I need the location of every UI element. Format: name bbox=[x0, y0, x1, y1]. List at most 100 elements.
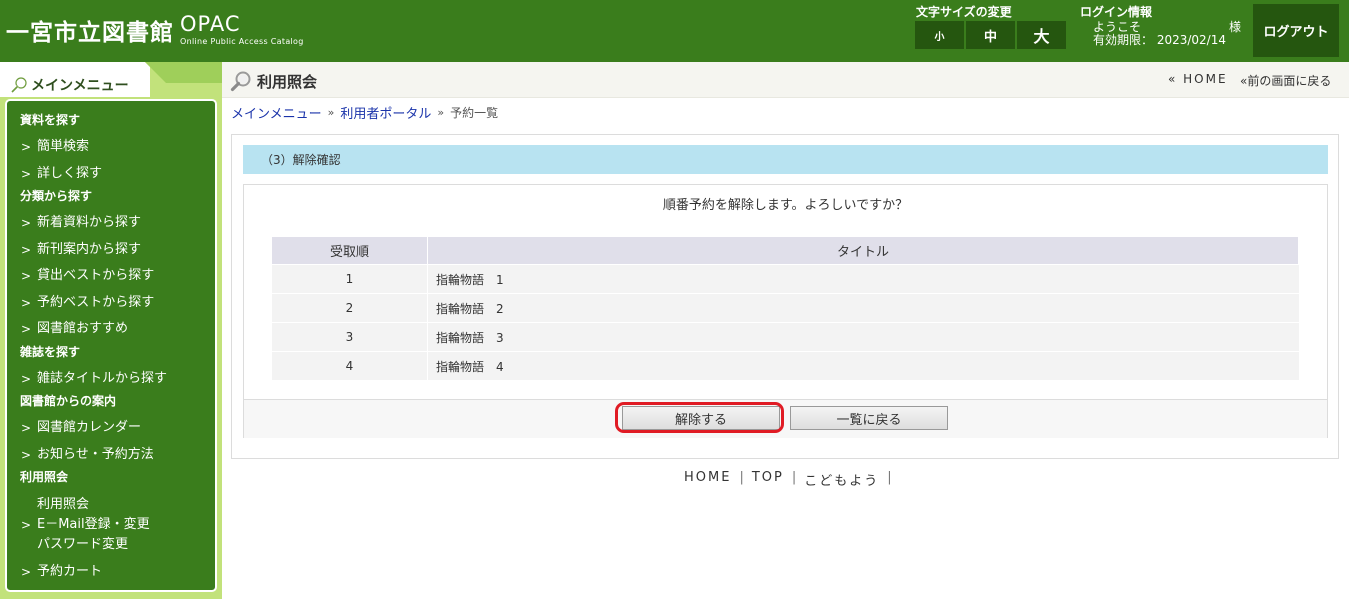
category-library-info: 図書館からの案内 bbox=[20, 394, 117, 408]
opac-logo: OPAC bbox=[180, 12, 241, 36]
cell-title: 指輪物語 3 bbox=[427, 322, 1299, 352]
cell-order: 1 bbox=[272, 264, 428, 294]
back-to-list-button[interactable]: 一覧に戻る bbox=[790, 406, 948, 430]
sidebar-item-label: 図書館おすすめ bbox=[37, 321, 129, 336]
cancel-reservation-button[interactable]: 解除する bbox=[622, 406, 780, 430]
category-by-classification: 分類から探す bbox=[20, 189, 93, 203]
font-size-medium-button[interactable]: 中 bbox=[966, 21, 1015, 49]
table-header-row: 受取順 タイトル bbox=[272, 237, 1299, 265]
breadcrumb-portal[interactable]: 利用者ポータル bbox=[340, 103, 431, 122]
sidebar-item-usage-inquiry[interactable]: 利用照会 bbox=[21, 495, 89, 515]
sidebar-item-label: 利用照会 bbox=[37, 497, 90, 512]
sidebar-item-label: お知らせ・予約方法 bbox=[37, 447, 154, 462]
font-size-small-button[interactable]: 小 bbox=[915, 21, 964, 49]
chevron-right-icon: > bbox=[20, 518, 32, 532]
chevron-right-icon: > bbox=[20, 421, 32, 435]
step-header: （3）解除確認 bbox=[243, 145, 1328, 174]
content-titlebar: 利用照会 « HOME «前の画面に戻る bbox=[222, 62, 1349, 98]
button-strip: 解除する 一覧に戻る bbox=[244, 399, 1327, 438]
table-row: 2 指輪物語 2 bbox=[272, 293, 1299, 323]
footer-links: HOME | TOP | こどもよう | bbox=[684, 470, 892, 489]
confirm-message: 順番予約を解除します。よろしいですか？ bbox=[662, 198, 909, 213]
header: 一宮市立図書館 OPAC Online Public Access Catalo… bbox=[0, 0, 1349, 62]
sidebar-item-magazine-titles[interactable]: > 雑誌タイトルから探す bbox=[21, 369, 167, 389]
sidebar-item-simple-search[interactable]: > 簡単検索 bbox=[21, 137, 89, 157]
chevron-right-icon: > bbox=[20, 243, 32, 257]
footer-separator: | bbox=[739, 470, 744, 485]
footer-separator: | bbox=[887, 470, 892, 485]
footer-kids-link[interactable]: こどもよう bbox=[804, 470, 879, 489]
table-row: 3 指輪物語 3 bbox=[272, 322, 1299, 352]
footer-separator: | bbox=[791, 470, 797, 485]
sidebar-item-detailed-search[interactable]: > 詳しく探す bbox=[21, 164, 102, 184]
chevron-right-icon: > bbox=[20, 216, 32, 230]
cell-order: 3 bbox=[272, 322, 428, 352]
cell-title: 指輪物語 2 bbox=[427, 293, 1299, 323]
sidebar-tab-accent bbox=[145, 62, 222, 83]
sidebar-title-label: メインメニュー bbox=[31, 78, 129, 94]
font-size-switcher: 小 中 大 bbox=[915, 21, 1066, 49]
chevron-right-icon: > bbox=[20, 372, 32, 386]
login-honorific: 様 bbox=[1229, 20, 1242, 34]
chevron-right-icon: > bbox=[20, 269, 32, 283]
sidebar-item-new-arrivals[interactable]: > 新着資料から探す bbox=[21, 213, 141, 233]
sidebar-item-label: 貸出ベストから探す bbox=[37, 268, 155, 283]
reservation-table: 受取順 タイトル 1 指輪物語 1 2 指輪物語 2 3 指輪物語 3 4 指輪… bbox=[272, 237, 1299, 380]
footer-home-link[interactable]: HOME bbox=[684, 470, 731, 489]
column-header-order: 受取順 bbox=[272, 237, 428, 265]
page-title: 利用照会 bbox=[230, 70, 317, 92]
table-row: 4 指輪物語 4 bbox=[272, 351, 1299, 380]
cell-title: 指輪物語 1 bbox=[427, 264, 1299, 294]
category-magazines: 雑誌を探す bbox=[20, 345, 81, 359]
font-size-large-button[interactable]: 大 bbox=[1017, 21, 1066, 49]
sidebar-item-label: 新着資料から探す bbox=[37, 215, 142, 230]
breadcrumb-separator: » bbox=[327, 106, 335, 119]
sidebar-item-label: 予約ベストから探す bbox=[37, 295, 155, 310]
back-link[interactable]: «前の画面に戻る bbox=[1240, 72, 1331, 89]
breadcrumb: メインメニュー » 利用者ポータル » 予約一覧 bbox=[231, 103, 498, 122]
sidebar-item-label: 図書館カレンダー bbox=[37, 420, 142, 435]
sidebar-item-label: 新刊案内から探す bbox=[37, 242, 142, 257]
sidebar: メインメニュー 資料を探す > 簡単検索 > 詳しく探す 分類から探す > 新着… bbox=[0, 62, 222, 599]
column-header-title: タイトル bbox=[427, 237, 1299, 265]
magnifier-icon bbox=[10, 76, 28, 94]
sidebar-item-reservation-best[interactable]: > 予約ベストから探す bbox=[21, 293, 154, 313]
sidebar-item-label: パスワード変更 bbox=[37, 537, 129, 552]
confirm-inner-box: 順番予約を解除します。よろしいですか？ 受取順 タイトル 1 指輪物語 1 2 … bbox=[243, 184, 1328, 438]
chevron-right-icon: > bbox=[20, 322, 32, 336]
category-search-materials: 資料を探す bbox=[20, 113, 81, 127]
sidebar-item-library-calendar[interactable]: > 図書館カレンダー bbox=[21, 418, 141, 438]
sidebar-item-loan-best[interactable]: > 貸出ベストから探す bbox=[21, 266, 154, 286]
magnifier-icon bbox=[230, 71, 251, 92]
opac-subtitle: Online Public Access Catalog bbox=[180, 37, 304, 46]
chevron-right-icon: > bbox=[20, 448, 32, 462]
chevron-right-icon: > bbox=[20, 296, 32, 310]
sidebar-item-reservation-cart[interactable]: > 予約カート bbox=[21, 562, 102, 582]
sidebar-item-label: 雑誌タイトルから探す bbox=[37, 371, 168, 386]
site-logo[interactable]: 一宮市立図書館 bbox=[6, 13, 174, 47]
category-usage-inquiry: 利用照会 bbox=[20, 470, 69, 484]
home-link[interactable]: « HOME bbox=[1168, 72, 1228, 86]
sidebar-item-recommendations[interactable]: > 図書館おすすめ bbox=[21, 319, 128, 339]
sidebar-item-label-group: E－Mail登録・変更 パスワード変更 bbox=[37, 515, 150, 555]
breadcrumb-current: 予約一覧 bbox=[450, 106, 499, 120]
step-label: （3）解除確認 bbox=[261, 153, 341, 167]
sidebar-item-label: 予約カート bbox=[37, 564, 103, 579]
table-row: 1 指輪物語 1 bbox=[272, 264, 1299, 294]
footer-top-link[interactable]: TOP bbox=[752, 470, 784, 489]
login-expiry: 有効期限： 2023/02/14 bbox=[1093, 33, 1226, 47]
sidebar-item-label: 詳しく探す bbox=[37, 166, 103, 181]
confirm-panel: （3）解除確認 順番予約を解除します。よろしいですか？ 受取順 タイトル 1 指… bbox=[231, 134, 1339, 459]
logout-button[interactable]: ログアウト bbox=[1253, 4, 1339, 57]
sidebar-item-email-password[interactable]: > E－Mail登録・変更 パスワード変更 bbox=[21, 515, 150, 555]
cell-order: 2 bbox=[272, 293, 428, 323]
sidebar-item-new-publications[interactable]: > 新刊案内から探す bbox=[21, 240, 141, 260]
font-size-label: 文字サイズの変更 bbox=[916, 5, 1012, 19]
sidebar-item-label: 簡単検索 bbox=[37, 139, 90, 154]
sidebar-title: メインメニュー bbox=[10, 75, 129, 95]
chevron-right-icon: > bbox=[20, 565, 32, 579]
page-title-label: 利用照会 bbox=[257, 72, 318, 91]
breadcrumb-main-menu[interactable]: メインメニュー bbox=[231, 103, 322, 122]
breadcrumb-separator: » bbox=[437, 106, 445, 119]
sidebar-item-notices[interactable]: > お知らせ・予約方法 bbox=[21, 445, 154, 465]
